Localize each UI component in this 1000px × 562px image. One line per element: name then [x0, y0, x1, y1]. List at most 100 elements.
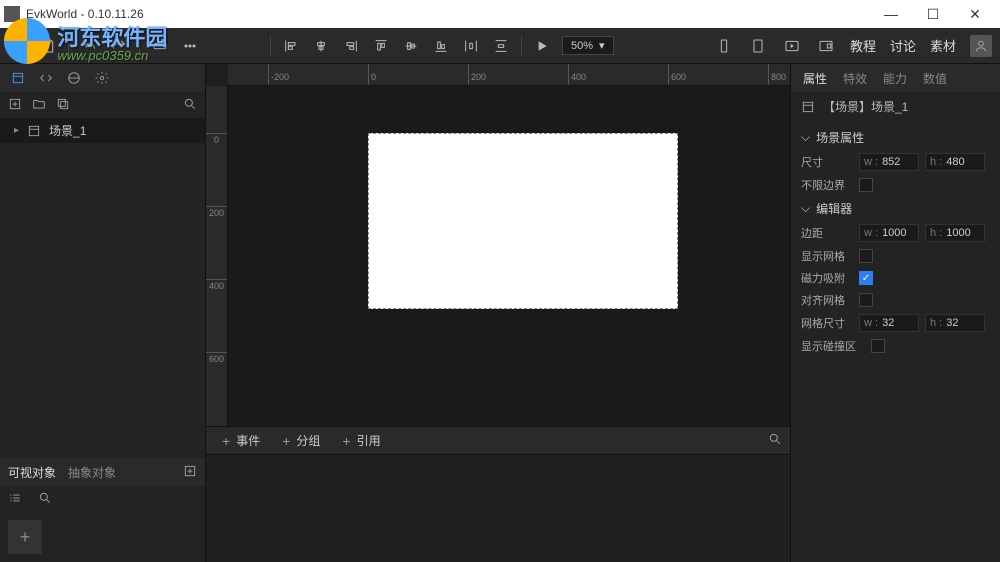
- fx-tab[interactable]: 特效: [843, 70, 867, 87]
- margin-w-input[interactable]: w :1000: [859, 224, 919, 242]
- ruler-tick: 400: [206, 279, 227, 291]
- add-event-button[interactable]: +事件: [214, 432, 268, 449]
- show-grid-checkbox[interactable]: [859, 249, 873, 263]
- abstract-objects-tab[interactable]: 抽象对象: [68, 464, 116, 481]
- grid-w-input[interactable]: w :32: [859, 314, 919, 332]
- ruler-tick: 800: [768, 64, 786, 85]
- close-button[interactable]: ✕: [954, 0, 996, 28]
- event-bar: +事件 +分组 +引用: [206, 426, 790, 454]
- align-center-h-icon[interactable]: [311, 36, 331, 56]
- ruler-tick: 0: [206, 133, 227, 145]
- more-icon[interactable]: [180, 36, 200, 56]
- unlimited-checkbox[interactable]: [859, 178, 873, 192]
- add-object-icon[interactable]: [183, 464, 197, 481]
- scenes-tab-icon[interactable]: [8, 68, 28, 88]
- editor-section[interactable]: ⌵编辑器: [801, 196, 990, 221]
- undo-icon[interactable]: [79, 36, 99, 56]
- list-icon[interactable]: [8, 491, 22, 508]
- folder-icon[interactable]: [32, 97, 46, 114]
- left-panel: ▸ 场景_1 可视对象 抽象对象 +: [0, 64, 206, 562]
- snap-checkbox[interactable]: ✓: [859, 271, 873, 285]
- left-panel-tabs: [0, 64, 205, 92]
- tablet-icon[interactable]: [748, 36, 768, 56]
- show-collision-label: 显示碰撞区: [801, 338, 865, 354]
- app-icon: [4, 6, 20, 22]
- chevron-down-icon: ⌵: [801, 130, 810, 145]
- zoom-value: 50%: [571, 40, 593, 52]
- scene-item[interactable]: ▸ 场景_1: [0, 118, 205, 143]
- settings-tab-icon[interactable]: [92, 68, 112, 88]
- zoom-select[interactable]: 50% ▾: [562, 36, 614, 55]
- titlebar: EvkWorld - 0.10.11.26 — ☐ ✕: [0, 0, 1000, 28]
- distribute-h-icon[interactable]: [461, 36, 481, 56]
- discuss-link[interactable]: 讨论: [890, 36, 916, 55]
- align-right-icon[interactable]: [341, 36, 361, 56]
- ability-tab[interactable]: 能力: [883, 70, 907, 87]
- width-input[interactable]: w :852: [859, 153, 919, 171]
- device-icon[interactable]: [150, 36, 170, 56]
- maximize-button[interactable]: ☐: [912, 0, 954, 28]
- scene-props-section[interactable]: ⌵场景属性: [801, 125, 990, 150]
- save-icon[interactable]: [38, 36, 58, 56]
- add-button[interactable]: +: [8, 520, 42, 554]
- add-group-button[interactable]: +分组: [274, 432, 328, 449]
- minimize-button[interactable]: —: [870, 0, 912, 28]
- event-area: [206, 454, 790, 562]
- visible-objects-tab[interactable]: 可视对象: [8, 464, 56, 481]
- align-center-v-icon[interactable]: [401, 36, 421, 56]
- ruler-tick: 600: [668, 64, 686, 85]
- align-bottom-icon[interactable]: [431, 36, 451, 56]
- ruler-tick: -200: [268, 64, 289, 85]
- window-icon[interactable]: [56, 97, 70, 114]
- ruler-vertical: 0 200 400 600: [206, 86, 228, 426]
- margin-h-input[interactable]: h :1000: [925, 224, 985, 242]
- globe-tab-icon[interactable]: [64, 68, 84, 88]
- grid-size-label: 网格尺寸: [801, 315, 853, 331]
- props-tab[interactable]: 属性: [803, 70, 827, 87]
- assets-link[interactable]: 素材: [930, 36, 956, 55]
- snap-label: 磁力吸附: [801, 270, 853, 286]
- grid-h-input[interactable]: h :32: [925, 314, 985, 332]
- scene-icon: [27, 124, 41, 138]
- align-top-icon[interactable]: [371, 36, 391, 56]
- code-tab-icon[interactable]: [36, 68, 56, 88]
- preview-icon[interactable]: [782, 36, 802, 56]
- align-grid-checkbox[interactable]: [859, 293, 873, 307]
- left-toolbar: [0, 92, 205, 118]
- user-icon[interactable]: [970, 35, 992, 57]
- canvas-viewport[interactable]: [228, 86, 790, 426]
- data-tab[interactable]: 数值: [923, 70, 947, 87]
- play-icon[interactable]: [532, 36, 552, 56]
- distribute-v-icon[interactable]: [491, 36, 511, 56]
- search-icon[interactable]: [183, 97, 197, 114]
- ruler-tick: 200: [468, 64, 486, 85]
- canvas-area: -400 -200 0 200 400 600 800 0 200 400 60…: [206, 64, 790, 562]
- objects-list-bar: [0, 486, 205, 512]
- search-icon[interactable]: [768, 432, 782, 449]
- redo-icon[interactable]: [109, 36, 129, 56]
- right-panel: 属性 特效 能力 数值 【场景】场景_1 ⌵场景属性 尺寸 w :852 h :…: [790, 64, 1000, 562]
- add-icon[interactable]: [8, 97, 22, 114]
- phone-portrait-icon[interactable]: [714, 36, 734, 56]
- scene-icon: [801, 100, 815, 114]
- right-panel-tabs: 属性 特效 能力 数值: [791, 64, 1000, 92]
- separator: [270, 36, 271, 56]
- browser-icon[interactable]: [8, 36, 28, 56]
- search-icon[interactable]: [38, 491, 52, 508]
- scene-canvas[interactable]: [368, 133, 678, 309]
- align-grid-label: 对齐网格: [801, 292, 853, 308]
- chevron-right-icon: ▸: [14, 125, 19, 136]
- window-title: EvkWorld - 0.10.11.26: [26, 7, 870, 21]
- screen-icon[interactable]: [816, 36, 836, 56]
- unlimited-label: 不限边界: [801, 177, 853, 193]
- window-controls: — ☐ ✕: [870, 0, 996, 28]
- tutorial-link[interactable]: 教程: [850, 36, 876, 55]
- scene-name: 场景_1: [49, 122, 86, 139]
- separator: [521, 36, 522, 56]
- height-input[interactable]: h :480: [925, 153, 985, 171]
- add-ref-button[interactable]: +引用: [334, 432, 388, 449]
- show-collision-checkbox[interactable]: [871, 339, 885, 353]
- align-left-icon[interactable]: [281, 36, 301, 56]
- ruler-tick: 400: [568, 64, 586, 85]
- chevron-down-icon: ⌵: [801, 201, 810, 216]
